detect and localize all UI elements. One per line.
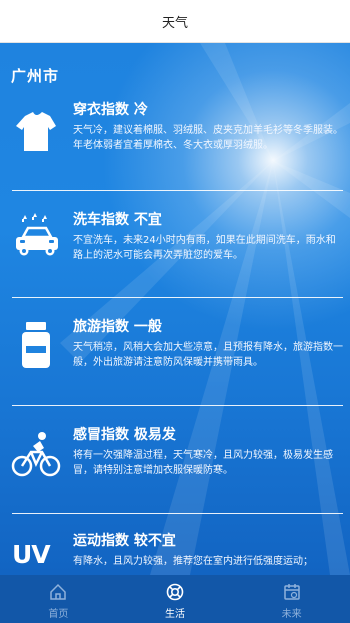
index-title: 运动指数 较不宜 xyxy=(73,533,176,549)
tab-life[interactable]: 生活 xyxy=(117,575,234,623)
top-bar: 天气 xyxy=(0,0,350,43)
index-description: 有降水，且风力较强，推荐您在室内进行低强度运动； xyxy=(73,556,313,567)
city-name: 广州市 xyxy=(11,67,60,85)
divider xyxy=(12,405,343,406)
life-index-content[interactable]: 广州市 穿衣指数 冷 天气冷，建议着棉服、羽绒服、皮夹克加羊毛衫等冬季服装。年老… xyxy=(0,43,350,575)
index-description: 不宜洗车，未来24小时内有雨，如果在此期间洗车，雨水和路上的泥水可能会再次弄脏您… xyxy=(73,235,336,261)
cyclist-icon xyxy=(11,424,61,484)
uv-icon: UV xyxy=(11,530,61,575)
index-title: 旅游指数 一般 xyxy=(73,319,162,335)
car-wash-icon xyxy=(11,209,61,269)
index-title: 穿衣指数 冷 xyxy=(73,102,148,118)
divider xyxy=(12,297,343,298)
tab-home[interactable]: 首页 xyxy=(0,575,117,623)
page-title: 天气 xyxy=(161,15,188,31)
index-title: 感冒指数 极易发 xyxy=(73,427,176,443)
tab-label: 未来 xyxy=(281,609,302,620)
divider xyxy=(12,190,343,191)
uv-icon-text: UV xyxy=(12,540,51,569)
tab-future[interactable]: 未来 xyxy=(233,575,350,623)
calendar-icon xyxy=(283,584,300,600)
index-description: 天气冷，建议着棉服、羽绒服、皮夹克加羊毛衫等冬季服装。年老体弱者宜着厚棉衣、冬大… xyxy=(73,125,343,151)
lifebuoy-icon xyxy=(166,583,184,601)
medicine-bottle-icon xyxy=(11,316,61,376)
index-title: 洗车指数 不宜 xyxy=(73,212,162,228)
divider xyxy=(12,513,343,514)
bottom-tab-bar: 首页 生活 未来 xyxy=(0,575,350,623)
tshirt-icon xyxy=(11,99,61,159)
home-icon xyxy=(50,583,67,600)
index-description: 天气稍凉，风稍大会加大些凉意，且预报有降水，旅游指数一般，外出旅游请注意防风保暖… xyxy=(73,342,343,368)
tab-label: 生活 xyxy=(165,609,185,620)
app-screen: 天气 广州市 穿衣指数 冷 天气冷，建议着棉服、羽绒服、皮夹克加羊毛衫等冬季服装… xyxy=(0,0,350,623)
index-description: 将有一次强降温过程，天气寒冷，且风力较强，极易发生感冒，请特别注意增加衣服保暖防… xyxy=(73,450,333,476)
tab-label: 首页 xyxy=(48,609,69,620)
